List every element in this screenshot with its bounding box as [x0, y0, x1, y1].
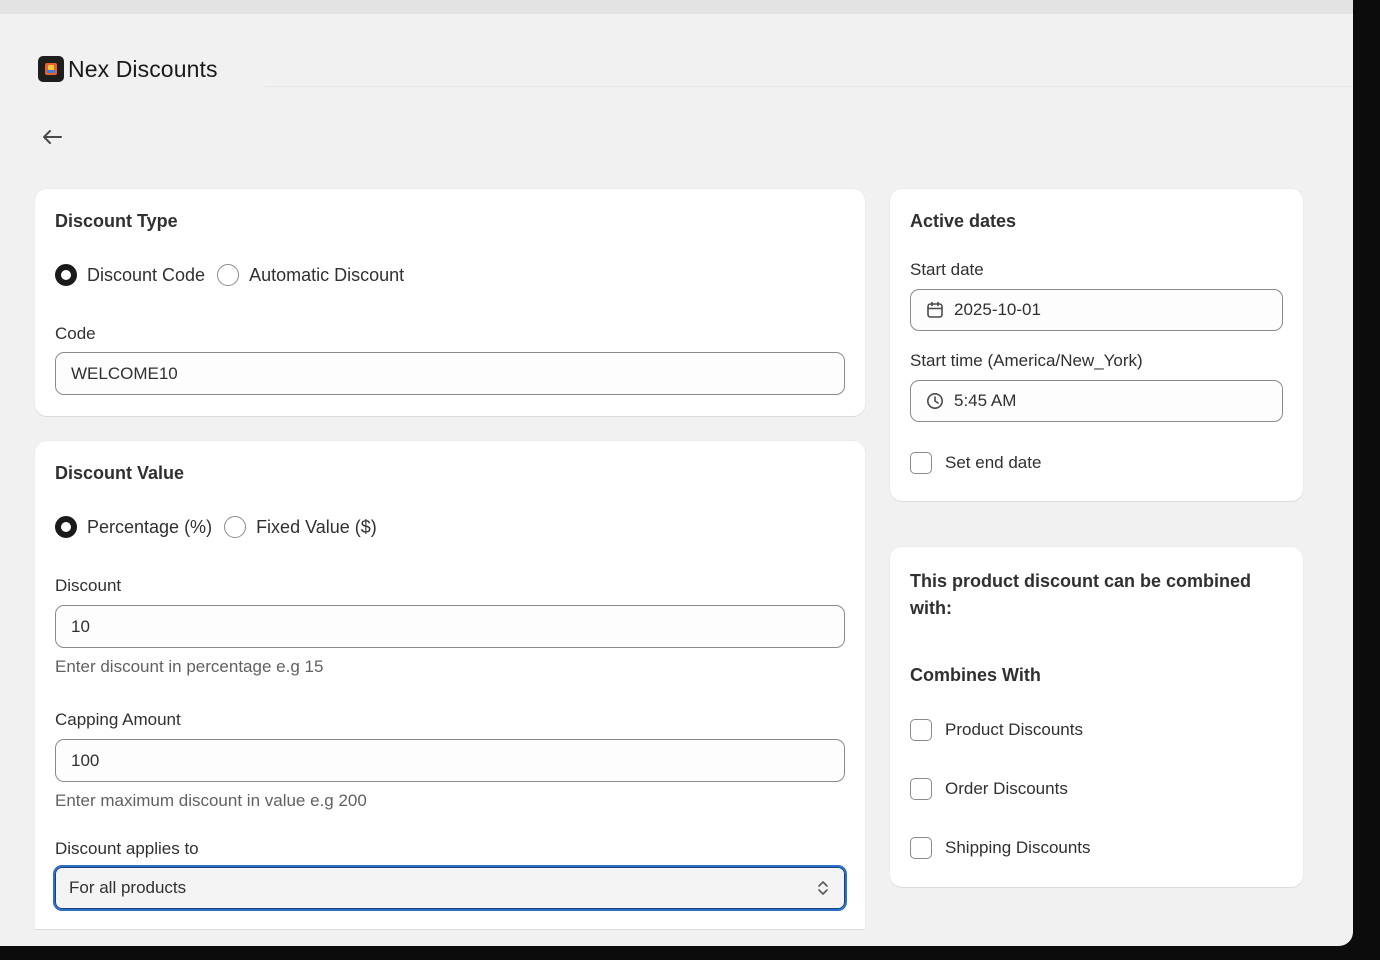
combine-option-row: Order Discounts	[910, 777, 1068, 801]
top-strip	[0, 0, 1353, 14]
start-time-label: Start time (America/New_York)	[910, 351, 1143, 370]
arrow-left-icon	[43, 130, 62, 144]
combine-option-row: Shipping Discounts	[910, 836, 1091, 860]
radio-label: Fixed Value ($)	[256, 516, 377, 537]
radio-percentage[interactable]	[55, 516, 77, 538]
capping-label: Capping Amount	[55, 710, 181, 729]
combinations-card: This product discount can be combined wi…	[890, 547, 1303, 887]
order-discounts-checkbox[interactable]	[910, 778, 932, 800]
app-header: Nex Discounts	[38, 54, 218, 84]
select-chevrons-icon	[818, 881, 828, 895]
applies-to-select[interactable]: For all products	[53, 865, 847, 911]
discount-value-card: Discount Value Percentage (%) Fixed Valu…	[35, 441, 865, 929]
checkbox-label: Order Discounts	[945, 779, 1068, 798]
calendar-icon	[926, 301, 944, 319]
radio-automatic-discount[interactable]	[217, 264, 240, 286]
back-button[interactable]	[38, 124, 66, 150]
discount-help-text: Enter discount in percentage e.g 15	[55, 657, 324, 676]
start-date-input[interactable]: 2025-10-01	[910, 289, 1283, 331]
radio-label: Automatic Discount	[249, 264, 405, 285]
shipping-discounts-checkbox[interactable]	[910, 837, 932, 859]
discount-type-card: Discount Type Discount Code Automatic Di…	[35, 189, 865, 416]
discount-input[interactable]: 10	[55, 605, 845, 648]
start-time-input[interactable]: 5:45 AM	[910, 380, 1283, 422]
set-end-date-row: Set end date	[910, 451, 1041, 475]
start-date-value: 2025-10-01	[954, 300, 1041, 319]
clock-icon	[926, 392, 944, 410]
code-input[interactable]: WELCOME10	[55, 352, 845, 395]
card-title: Discount Value	[55, 463, 185, 483]
app-title: Nex Discounts	[68, 55, 218, 82]
discount-value-radio-group: Percentage (%) Fixed Value ($)	[55, 514, 389, 540]
capping-help-text: Enter maximum discount in value e.g 200	[55, 791, 367, 810]
checkbox-label: Product Discounts	[945, 720, 1083, 739]
app-window: Nex Discounts Discount Type Discount Cod…	[0, 0, 1353, 946]
discount-value: 10	[71, 616, 90, 636]
active-dates-card: Active dates Start date 2025-10-01 Start…	[890, 189, 1303, 501]
checkbox-label: Set end date	[945, 453, 1042, 472]
set-end-date-checkbox[interactable]	[910, 452, 932, 474]
start-time-value: 5:45 AM	[954, 391, 1017, 410]
radio-label: Discount Code	[87, 264, 206, 285]
discount-label: Discount	[55, 576, 122, 595]
card-title: Discount Type	[55, 211, 178, 231]
capping-value: 100	[71, 750, 100, 770]
radio-label: Percentage (%)	[87, 516, 213, 537]
combine-option-row: Product Discounts	[910, 718, 1083, 742]
code-value: WELCOME10	[71, 363, 178, 383]
capping-amount-input[interactable]: 100	[55, 739, 845, 782]
app-logo-icon	[38, 56, 64, 82]
discount-type-radio-group: Discount Code Automatic Discount	[55, 262, 416, 288]
checkbox-label: Shipping Discounts	[945, 838, 1091, 857]
start-date-label: Start date	[910, 260, 984, 279]
header-divider	[265, 86, 1353, 87]
code-label: Code	[55, 324, 96, 343]
applies-to-value: For all products	[69, 878, 187, 897]
radio-discount-code[interactable]	[55, 264, 77, 286]
radio-fixed-value[interactable]	[224, 516, 247, 538]
combines-with-heading: Combines With	[910, 665, 1041, 685]
applies-to-label: Discount applies to	[55, 839, 199, 858]
product-discounts-checkbox[interactable]	[910, 719, 932, 741]
card-title: Active dates	[910, 211, 1017, 231]
card-title: This product discount can be combined wi…	[910, 571, 1252, 618]
